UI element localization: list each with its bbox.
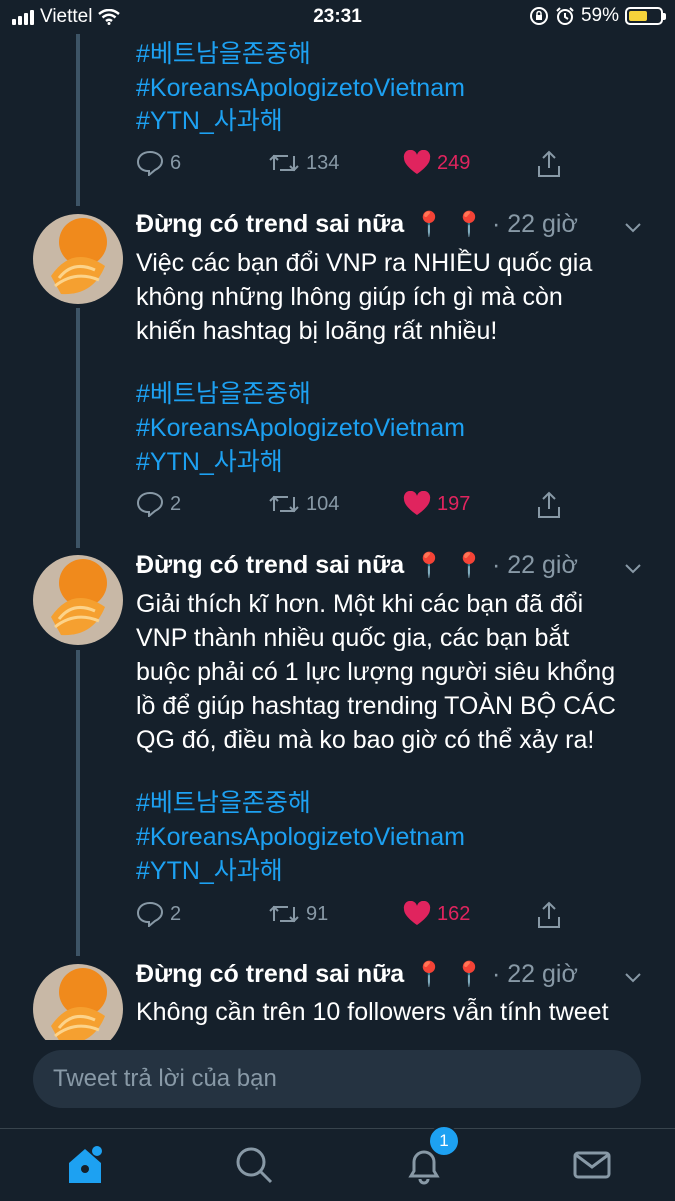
- pin-icon: 📍: [454, 552, 484, 579]
- avatar[interactable]: [33, 214, 123, 304]
- retweet-icon: [269, 495, 299, 513]
- tweet-text-line: VNP thành nhiều quốc gia, các bạn bắt: [136, 624, 570, 652]
- tweet-text-line: Giải thích kĩ hơn. Một khi các bạn đã đổ…: [136, 590, 584, 618]
- tweet-text-line: Việc các bạn đổi VNP ra NHIỀU quốc gia: [136, 249, 593, 277]
- hashtag-link[interactable]: #KoreansApologizetoVietnam: [136, 821, 465, 854]
- reply-button[interactable]: 2: [136, 901, 181, 927]
- share-button[interactable]: [536, 150, 568, 178]
- pin-icon: 📍: [414, 211, 445, 238]
- like-button[interactable]: 249: [403, 150, 470, 176]
- like-button[interactable]: 197: [403, 491, 470, 517]
- like-count: 162: [437, 902, 471, 925]
- orientation-lock-icon: [529, 7, 548, 25]
- tweet-time: · 22 giờ: [491, 210, 578, 238]
- home-icon[interactable]: [63, 1143, 107, 1187]
- hashtag-link[interactable]: #YTN_사과해: [136, 446, 283, 479]
- share-icon: [538, 491, 560, 518]
- reply-button[interactable]: 6: [136, 150, 181, 176]
- retweet-count: 104: [306, 492, 340, 515]
- share-icon: [538, 150, 560, 177]
- retweet-icon: [269, 154, 299, 172]
- pin-icon: 📍: [454, 211, 484, 238]
- tweet-text-line: khiến hashtag bị loãng rất nhiều!: [136, 317, 498, 345]
- heart-icon: [403, 150, 431, 174]
- reply-box[interactable]: [33, 1050, 641, 1108]
- tweet-time: · 22 giờ: [491, 960, 578, 988]
- reply-input[interactable]: [33, 1050, 641, 1108]
- mail-icon[interactable]: [570, 1143, 614, 1187]
- share-button[interactable]: [536, 901, 568, 929]
- status-bar: Viettel 23:31 59%: [0, 0, 675, 34]
- like-button[interactable]: 162: [403, 901, 470, 927]
- hashtag-link[interactable]: #KoreansApologizetoVietnam: [136, 72, 465, 105]
- author-name[interactable]: Đừng có trend sai nữa: [136, 551, 404, 580]
- retweet-icon: [269, 905, 299, 923]
- retweet-button[interactable]: 134: [268, 150, 339, 176]
- thread-line: [76, 34, 80, 206]
- thread-line: [76, 650, 80, 956]
- pin-icon: 📍: [454, 961, 484, 988]
- share-icon: [538, 901, 560, 928]
- heart-icon: [403, 901, 431, 925]
- retweet-button[interactable]: 91: [268, 901, 328, 927]
- reply-icon: [136, 901, 164, 927]
- reply-count: 2: [170, 492, 182, 515]
- alarm-icon: [556, 7, 574, 25]
- like-count: 249: [437, 151, 471, 174]
- reply-icon: [136, 491, 164, 517]
- chevron-down-icon[interactable]: [622, 216, 644, 238]
- tweet-text-line: QG đó, điều mà ko bao giờ có thể xảy ra!: [136, 726, 595, 754]
- hashtag-link[interactable]: #KoreansApologizetoVietnam: [136, 412, 465, 445]
- tweet-text-line: lồ để giúp hashtag trending TOÀN BỘ CÁC: [136, 692, 616, 720]
- reply-button[interactable]: 2: [136, 491, 181, 517]
- tweet-text-line: buộc phải có 1 lực lượng người siêu khổn…: [136, 658, 616, 686]
- tab-bar: 1: [0, 1125, 675, 1201]
- tweet-text-line: Không cần trên 10 followers vẫn tính twe…: [136, 998, 609, 1026]
- tweet-time: · 22 giờ: [491, 551, 578, 579]
- pin-icon: 📍: [414, 552, 445, 579]
- reply-count: 6: [170, 151, 182, 174]
- chevron-down-icon[interactable]: [622, 557, 644, 579]
- reply-count: 2: [170, 902, 182, 925]
- search-icon[interactable]: [232, 1143, 276, 1187]
- author-name[interactable]: Đừng có trend sai nữa: [136, 960, 404, 989]
- tangerine-avatar-image: [33, 214, 123, 304]
- hashtag-link[interactable]: #YTN_사과해: [136, 855, 283, 888]
- heart-icon: [403, 491, 431, 515]
- retweet-count: 91: [306, 902, 329, 925]
- share-button[interactable]: [536, 491, 568, 519]
- retweet-button[interactable]: 104: [268, 491, 339, 517]
- battery-percent: 59%: [580, 5, 619, 26]
- retweet-count: 134: [306, 151, 340, 174]
- notifications-badge: 1: [428, 1125, 460, 1157]
- avatar[interactable]: [33, 555, 123, 645]
- hashtag-link[interactable]: #YTN_사과해: [136, 105, 283, 138]
- author-name[interactable]: Đừng có trend sai nữa: [136, 210, 404, 239]
- like-count: 197: [437, 492, 471, 515]
- pin-icon: 📍: [414, 961, 445, 988]
- reply-bar: [0, 1040, 675, 1128]
- hashtag-link[interactable]: #베트남을존중해: [136, 787, 311, 820]
- hashtag-link[interactable]: #베트남을존중해: [136, 378, 311, 411]
- battery-icon: [625, 7, 666, 25]
- reply-icon: [136, 150, 164, 176]
- tangerine-avatar-image: [33, 555, 123, 645]
- hashtag-link[interactable]: #베트남을존중해: [136, 38, 311, 71]
- tweet-text-line: không những lhông giúp ích gì mà còn: [136, 283, 563, 311]
- chevron-down-icon[interactable]: [622, 966, 644, 988]
- thread-line: [76, 308, 80, 548]
